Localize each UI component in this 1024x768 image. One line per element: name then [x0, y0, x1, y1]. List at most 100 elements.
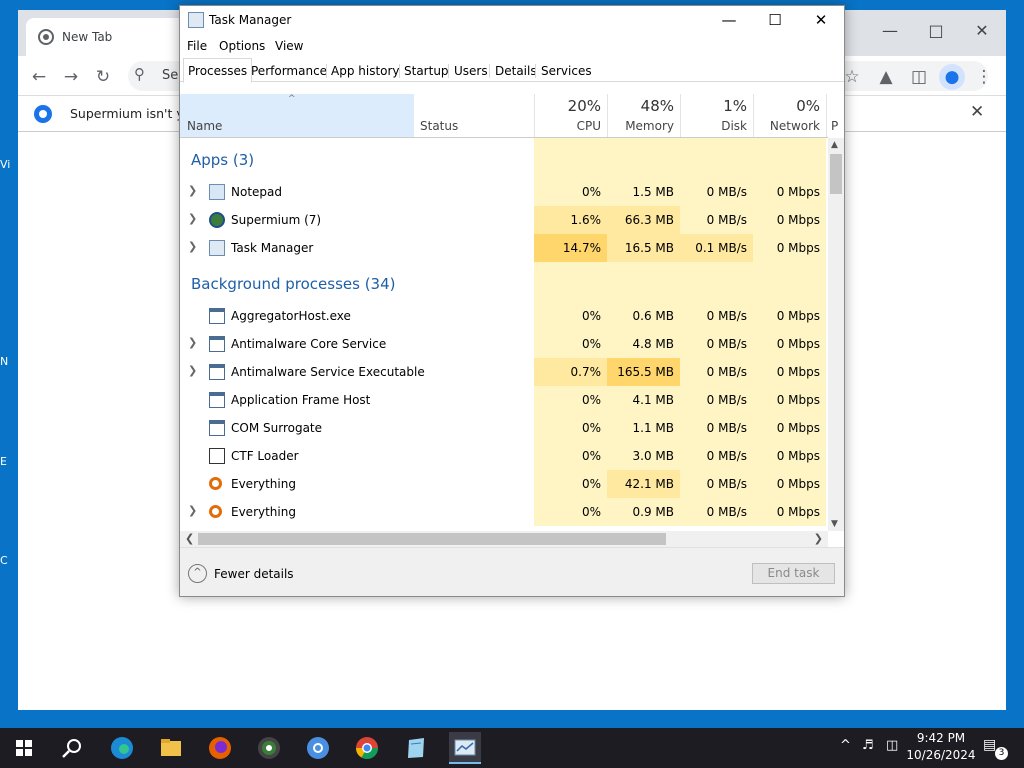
tab-services[interactable]: Services: [537, 60, 596, 82]
chevron-right-icon[interactable]: ❯: [188, 184, 197, 197]
maximize-button[interactable]: ☐: [752, 6, 798, 36]
chrome-icon[interactable]: [351, 732, 383, 764]
search-icon[interactable]: [56, 732, 88, 764]
reload-icon[interactable]: ↻: [90, 64, 116, 90]
tab-bar: Processes Performance App history Startu…: [180, 58, 844, 83]
chevron-right-icon[interactable]: ❯: [188, 212, 197, 225]
network-cell: 0 Mbps: [753, 414, 826, 442]
scroll-left-icon[interactable]: ❮: [185, 532, 194, 545]
chevron-right-icon[interactable]: ❯: [188, 336, 197, 349]
network-icon[interactable]: ◫: [886, 738, 898, 753]
chevron-up-icon[interactable]: ^: [188, 564, 207, 583]
volume-muted-icon[interactable]: ♬: [862, 738, 874, 753]
column-header-network[interactable]: 0% Network: [753, 94, 826, 137]
side-panel-icon[interactable]: ◫: [906, 64, 932, 90]
browser-tab-label: New Tab: [62, 30, 113, 44]
column-header-disk[interactable]: 1% Disk: [680, 94, 753, 137]
chevron-right-icon[interactable]: ❯: [188, 504, 197, 517]
browser-maximize-button[interactable]: □: [916, 16, 956, 46]
minimize-button[interactable]: —: [706, 6, 752, 36]
close-icon[interactable]: ✕: [970, 102, 984, 122]
process-row[interactable]: ❯ Supermium (7) 1.6% 66.3 MB 0 MB/s 0 Mb…: [180, 206, 828, 234]
process-row[interactable]: ❯ Task Manager 14.7% 16.5 MB 0.1 MB/s 0 …: [180, 234, 828, 262]
tab-users[interactable]: Users: [450, 60, 492, 82]
process-row[interactable]: ❯ Everything 0% 0.9 MB 0 MB/s 0 Mbps: [180, 498, 828, 526]
process-row[interactable]: ❯ Antimalware Service Executable 0.7% 16…: [180, 358, 828, 386]
taskbar-clock[interactable]: 9:42 PM 10/26/2024: [906, 730, 976, 764]
chevron-right-icon[interactable]: ❯: [188, 364, 197, 377]
horizontal-scroll-thumb[interactable]: [198, 533, 666, 545]
scroll-up-icon[interactable]: ▲: [831, 140, 838, 150]
column-header-status[interactable]: Status: [414, 94, 534, 137]
tab-details[interactable]: Details: [491, 60, 541, 82]
column-header-power[interactable]: P: [826, 94, 838, 137]
supermium-taskbar-icon[interactable]: [253, 732, 285, 764]
tab-processes[interactable]: Processes: [183, 58, 253, 83]
column-header-name[interactable]: ^ Name: [180, 94, 414, 137]
memory-cell: 0.9 MB: [607, 498, 680, 526]
process-row[interactable]: AggregatorHost.exe 0% 0.6 MB 0 MB/s 0 Mb…: [180, 302, 828, 330]
group-header-background[interactable]: Background processes (34): [180, 262, 828, 302]
process-row[interactable]: ❯ Notepad 0% 1.5 MB 0 MB/s 0 Mbps: [180, 178, 828, 206]
desktop-icon-4[interactable]: C: [0, 554, 18, 584]
desktop-icon-label: N: [0, 355, 9, 368]
firefox-icon[interactable]: [204, 732, 236, 764]
desktop-icon-2[interactable]: N: [0, 355, 18, 385]
memory-total: 48%: [640, 97, 674, 115]
task-manager-taskbar-icon[interactable]: [449, 732, 481, 764]
process-row[interactable]: Everything 0% 42.1 MB 0 MB/s 0 Mbps: [180, 470, 828, 498]
tab-app-history[interactable]: App history: [327, 60, 404, 82]
notification-center-icon[interactable]: ▤ 3: [983, 737, 1008, 760]
ctf-loader-icon: [209, 448, 225, 464]
end-task-button[interactable]: End task: [752, 563, 835, 584]
browser-minimize-button[interactable]: —: [870, 16, 910, 46]
notepad-taskbar-icon[interactable]: [400, 732, 432, 764]
process-row[interactable]: COM Surrogate 0% 1.1 MB 0 MB/s 0 Mbps: [180, 414, 828, 442]
desktop-icon-3[interactable]: E: [0, 455, 18, 485]
group-header-apps[interactable]: Apps (3): [180, 138, 828, 178]
menu-view[interactable]: View: [275, 39, 303, 53]
process-name: COM Surrogate: [231, 421, 323, 435]
column-label-status: Status: [420, 119, 459, 133]
extensions-icon[interactable]: ▲: [873, 64, 899, 90]
menu-kebab-icon[interactable]: ⋮: [971, 64, 997, 90]
desktop-icon-1[interactable]: Vi: [0, 158, 18, 188]
column-header-cpu[interactable]: 20% CPU: [534, 94, 607, 137]
forward-icon[interactable]: →: [58, 64, 84, 90]
menu-options[interactable]: Options: [219, 39, 265, 53]
disk-cell: 0 MB/s: [680, 358, 753, 386]
chromium-icon[interactable]: [302, 732, 334, 764]
disk-cell: 0.1 MB/s: [680, 234, 753, 262]
process-row[interactable]: CTF Loader 0% 3.0 MB 0 MB/s 0 Mbps: [180, 442, 828, 470]
horizontal-scrollbar[interactable]: ❮ ❯: [180, 531, 828, 547]
browser-close-button[interactable]: ✕: [962, 16, 1002, 46]
task-manager-titlebar[interactable]: Task Manager — ☐ ✕: [180, 6, 844, 36]
column-header-memory[interactable]: 48% Memory: [607, 94, 680, 137]
disk-cell: 0 MB/s: [680, 414, 753, 442]
vertical-scrollbar[interactable]: ▲ ▼: [828, 138, 844, 531]
infobar-message: Supermium isn't yo: [70, 106, 192, 121]
back-icon[interactable]: ←: [26, 64, 52, 90]
process-row[interactable]: Application Frame Host 0% 4.1 MB 0 MB/s …: [180, 386, 828, 414]
fewer-details-link[interactable]: Fewer details: [214, 567, 294, 581]
menu-file[interactable]: File: [187, 39, 207, 53]
scroll-down-icon[interactable]: ▼: [831, 519, 838, 529]
scroll-right-icon[interactable]: ❯: [814, 532, 823, 545]
network-cell: 0 Mbps: [753, 302, 826, 330]
profile-avatar-icon[interactable]: ●: [939, 64, 965, 90]
process-list: Apps (3) ❯ Notepad 0% 1.5 MB 0 MB/s 0 Mb…: [180, 138, 828, 531]
windows-start-icon[interactable]: [8, 732, 40, 764]
tab-startup[interactable]: Startup: [400, 60, 453, 82]
desktop-icon-label: E: [0, 455, 7, 468]
chevron-right-icon[interactable]: ❯: [188, 240, 197, 253]
process-row[interactable]: ❯ Antimalware Core Service 0% 4.8 MB 0 M…: [180, 330, 828, 358]
edge-icon[interactable]: [106, 732, 138, 764]
vertical-scroll-thumb[interactable]: [830, 154, 842, 194]
tab-performance[interactable]: Performance: [247, 60, 331, 82]
close-button[interactable]: ✕: [798, 6, 844, 36]
network-cell: 0 Mbps: [753, 330, 826, 358]
disk-cell: 0 MB/s: [680, 386, 753, 414]
chevron-up-icon[interactable]: ^: [840, 738, 851, 753]
file-explorer-icon[interactable]: [155, 732, 187, 764]
memory-cell: 3.0 MB: [607, 442, 680, 470]
